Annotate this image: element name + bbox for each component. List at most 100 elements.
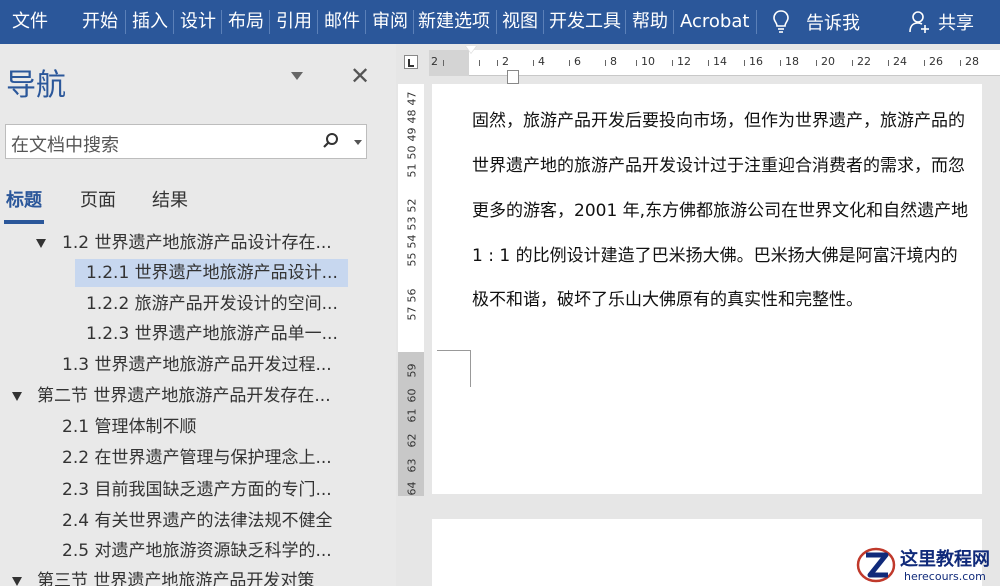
watermark-logo: 这里教程网 herecours.com <box>852 543 1000 586</box>
navigation-pane: 导航 ✕ 在文档中搜索 标题 页面 结果 1.2 世界遗产地旅游产品设计存在..… <box>0 44 396 586</box>
heading-item[interactable]: 2.5 对遗产地旅游资源缺乏科学的... <box>0 536 396 566</box>
tab-separator <box>413 10 414 34</box>
close-icon[interactable]: ✕ <box>350 62 370 90</box>
collapse-triangle-icon[interactable] <box>12 392 22 401</box>
heading-item[interactable]: 第三节 世界遗产地旅游产品开发对策 <box>0 566 396 586</box>
tab-pages[interactable]: 页面 <box>80 186 116 212</box>
tab-help[interactable]: 帮助 <box>632 0 668 44</box>
ruler-label: 10 <box>641 55 655 68</box>
tab-view[interactable]: 视图 <box>502 0 538 44</box>
heading-item[interactable]: 第二节 世界遗产地旅游产品开发存在... <box>0 381 396 411</box>
ruler-tick <box>816 60 817 66</box>
document-page[interactable]: 固然，旅游产品开发后要投向市场，但作为世界遗产，旅游产品的 世界遗产地的旅游产品… <box>432 84 982 494</box>
heading-label: 第三节 世界遗产地旅游产品开发对策 <box>37 571 315 586</box>
heading-label: 2.1 管理体制不顺 <box>62 417 197 437</box>
watermark-z-icon <box>856 547 896 583</box>
ruler-label: 50 <box>405 145 419 160</box>
ruler-tick <box>479 60 480 66</box>
ruler-label: 48 <box>405 109 419 124</box>
document-line: 固然，旅游产品开发后要投向市场，但作为世界遗产，旅游产品的 <box>472 111 965 131</box>
tab-separator <box>625 10 626 34</box>
ruler-label: 49 <box>405 127 419 142</box>
ruler-tick <box>852 60 853 66</box>
tab-design[interactable]: 设计 <box>180 0 216 44</box>
tab-separator <box>317 10 318 34</box>
ruler-tick <box>569 60 570 66</box>
left-indent-marker[interactable] <box>507 70 519 84</box>
heading-item[interactable]: 1.3 世界遗产地旅游产品开发过程... <box>0 350 396 380</box>
ruler-label: 62 <box>405 433 419 448</box>
ruler-label: 63 <box>405 458 419 473</box>
tell-me-box[interactable]: 告诉我 <box>772 0 860 44</box>
tab-selector-icon[interactable] <box>404 55 418 69</box>
tell-me-label: 告诉我 <box>806 13 860 34</box>
share-button[interactable]: 共享 <box>908 0 974 44</box>
tab-new-options[interactable]: 新建选项 <box>418 0 490 44</box>
search-options-dropdown-icon[interactable] <box>354 140 362 145</box>
ruler-label: 6 <box>574 55 581 68</box>
ruler-label: 61 <box>405 408 419 423</box>
tab-review[interactable]: 审阅 <box>372 0 408 44</box>
heading-label: 第二节 世界遗产地旅游产品开发存在... <box>37 386 331 406</box>
tab-references[interactable]: 引用 <box>276 0 312 44</box>
tab-separator <box>221 10 222 34</box>
search-icon[interactable] <box>322 132 340 150</box>
tab-layout[interactable]: 布局 <box>228 0 264 44</box>
heading-label: 1.2.1 世界遗产地旅游产品设计... <box>86 263 338 283</box>
collapse-triangle-icon[interactable] <box>12 577 22 586</box>
ruler-label: 28 <box>965 55 979 68</box>
document-line: 更多的游客，2001 年,东方佛都旅游公司在世界文化和自然遗产地 <box>472 201 969 221</box>
nav-pane-title: 导航 <box>6 68 66 103</box>
ruler-label: 52 <box>405 198 419 213</box>
tab-mailings[interactable]: 邮件 <box>324 0 360 44</box>
heading-item[interactable]: 1.2.2 旅游产品开发设计的空间... <box>0 289 396 319</box>
tab-insert[interactable]: 插入 <box>132 0 168 44</box>
document-line: 1 : 1 的比例设计建造了巴米扬大佛。巴米扬大佛是阿富汗境内的 <box>472 246 958 266</box>
tab-results[interactable]: 结果 <box>152 186 188 212</box>
search-placeholder: 在文档中搜索 <box>11 135 119 156</box>
ruler-label: 18 <box>785 55 799 68</box>
first-line-indent-marker[interactable] <box>465 46 477 54</box>
tab-acrobat[interactable]: Acrobat <box>680 0 749 44</box>
ruler-label: 8 <box>610 55 617 68</box>
heading-item[interactable]: 2.2 在世界遗产管理与保护理念上... <box>0 443 396 473</box>
ruler-tick <box>924 60 925 66</box>
tab-home[interactable]: 开始 <box>82 0 118 44</box>
heading-item-selected[interactable]: 1.2.1 世界遗产地旅游产品设计... <box>0 258 396 288</box>
heading-label: 1.2 世界遗产地旅游产品设计存在... <box>62 233 332 253</box>
tab-separator <box>173 10 174 34</box>
search-input[interactable]: 在文档中搜索 <box>5 124 367 159</box>
watermark-name: 这里教程网 <box>900 549 990 570</box>
heading-label: 2.3 目前我国缺乏遗产方面的专门... <box>62 480 332 500</box>
ruler-label: 57 <box>405 306 419 321</box>
ruler-label: 53 <box>405 216 419 231</box>
heading-item[interactable]: 1.2.3 世界遗产地旅游产品单一... <box>0 319 396 349</box>
ruler-tick <box>672 60 673 66</box>
heading-item[interactable]: 2.4 有关世界遗产的法律法规不健全 <box>0 506 396 536</box>
ruler-tick <box>497 60 498 66</box>
heading-label: 1.2.2 旅游产品开发设计的空间... <box>86 294 338 314</box>
heading-item[interactable]: 2.3 目前我国缺乏遗产方面的专门... <box>0 475 396 505</box>
heading-item[interactable]: 2.1 管理体制不顺 <box>0 412 396 442</box>
ruler-label: 4 <box>538 55 545 68</box>
collapse-triangle-icon[interactable] <box>36 239 46 248</box>
ruler-label: 59 <box>405 363 419 378</box>
ruler-label: 64 <box>405 481 419 496</box>
tab-file[interactable]: 文件 <box>12 0 48 44</box>
tab-developer[interactable]: 开发工具 <box>549 0 621 44</box>
heading-item[interactable]: 1.2 世界遗产地旅游产品设计存在... <box>0 228 396 258</box>
vertical-ruler[interactable]: 47 48 49 50 51 52 53 54 55 56 57 59 60 6… <box>398 84 424 496</box>
ruler-label: 2 <box>502 55 509 68</box>
share-label: 共享 <box>938 13 974 34</box>
ruler-label: 56 <box>405 288 419 303</box>
user-share-icon <box>909 11 929 33</box>
ruler-label: 26 <box>929 55 943 68</box>
tab-separator <box>269 10 270 34</box>
tab-separator <box>496 10 497 34</box>
chevron-down-icon[interactable] <box>291 72 303 80</box>
ruler-label: 20 <box>821 55 835 68</box>
tab-headings[interactable]: 标题 <box>6 186 42 212</box>
ruler-tick <box>960 60 961 66</box>
active-tab-indicator <box>4 220 44 224</box>
ruler-tick <box>605 60 606 66</box>
